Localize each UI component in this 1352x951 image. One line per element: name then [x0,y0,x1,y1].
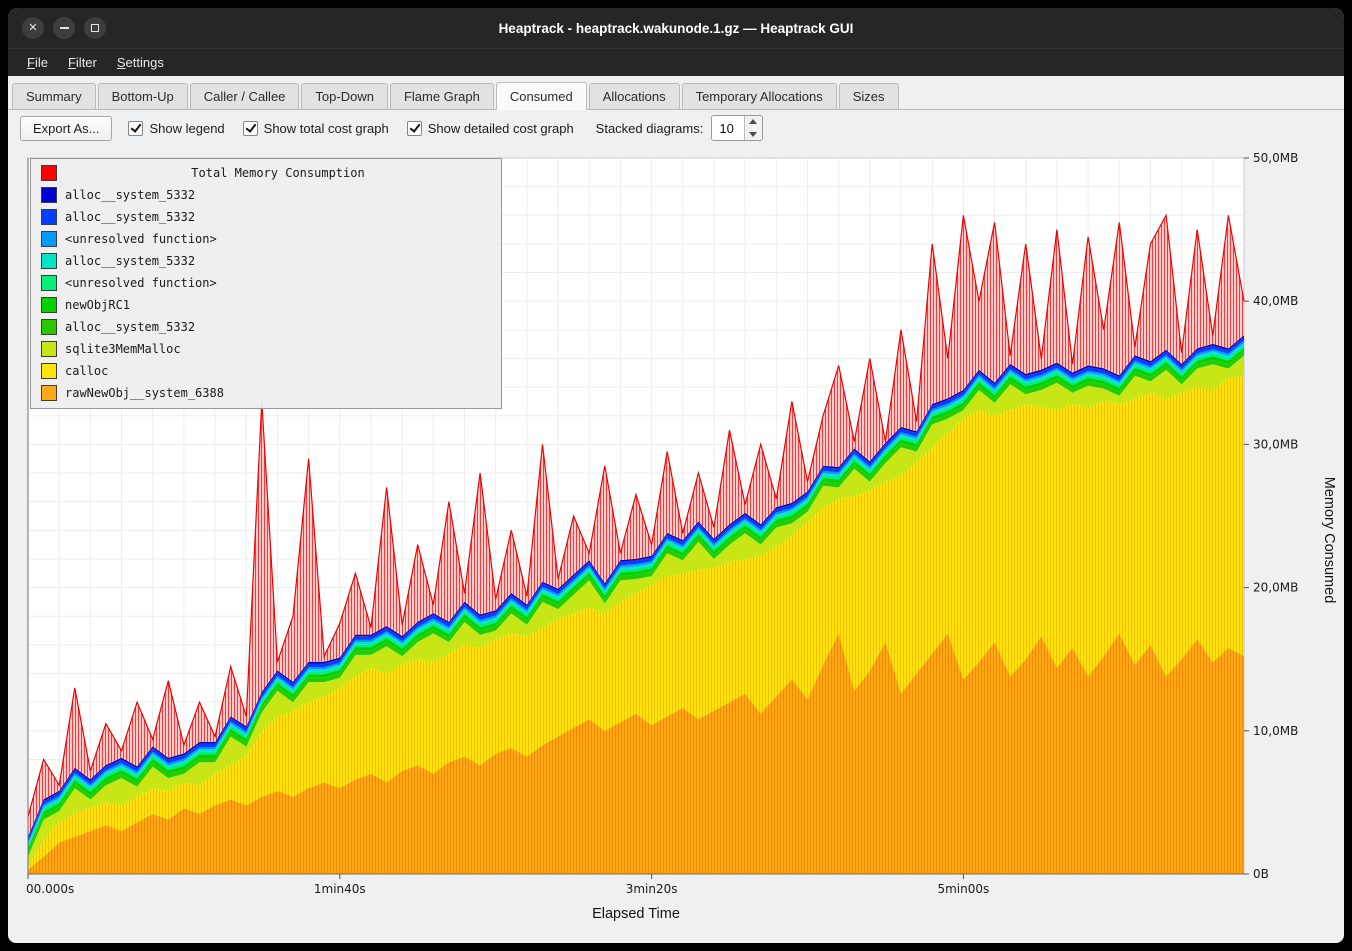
checkbox-box [243,121,258,136]
legend-swatch [41,231,57,247]
checkbox-box [128,121,143,136]
minimize-icon [60,27,69,29]
svg-text:50,0MB: 50,0MB [1253,151,1298,165]
legend-item: <unresolved function> [31,228,501,250]
tab-consumed[interactable]: Consumed [496,82,587,110]
legend-item: calloc [31,360,501,382]
checkbox-show-detailed-cost-graph[interactable]: Show detailed cost graph [407,121,574,136]
tab-temporary-allocations[interactable]: Temporary Allocations [682,83,837,110]
spin-buttons [744,116,762,140]
legend-label: rawNewObj__system_6388 [65,386,224,400]
legend-title-row: Total Memory Consumption [31,162,501,184]
window-title: Heaptrack - heaptrack.wakunode.1.gz — He… [499,21,854,36]
legend-swatch [41,275,57,291]
svg-text:0B: 0B [1253,867,1269,881]
legend-swatch [41,319,57,335]
svg-text:20,0MB: 20,0MB [1253,581,1298,595]
legend-label: <unresolved function> [65,276,217,290]
spin-up-button[interactable] [745,116,762,128]
legend-label: alloc__system_5332 [65,188,195,202]
svg-text:40,0MB: 40,0MB [1253,294,1298,308]
legend-item: alloc__system_5332 [31,206,501,228]
tab-caller-callee[interactable]: Caller / Callee [190,83,300,110]
legend-swatch [41,363,57,379]
legend-label: alloc__system_5332 [65,210,195,224]
svg-text:10,0MB: 10,0MB [1253,724,1298,738]
window-controls: ✕ [22,8,106,48]
legend-item: alloc__system_5332 [31,184,501,206]
tab-sizes[interactable]: Sizes [839,83,899,110]
legend-item: newObjRC1 [31,294,501,316]
legend-swatch [41,209,57,225]
spin-down-button[interactable] [745,128,762,140]
checkbox-label: Show detailed cost graph [428,121,574,136]
legend-item: alloc__system_5332 [31,250,501,272]
svg-text:3min20s: 3min20s [626,882,678,896]
checkbox-label: Show total cost graph [264,121,389,136]
menu-bar: File Filter Settings [8,48,1344,76]
tab-summary[interactable]: Summary [12,83,96,110]
checkbox-show-legend[interactable]: Show legend [128,121,224,136]
close-button[interactable]: ✕ [22,17,44,39]
menu-filter[interactable]: Filter [59,52,106,73]
svg-text:00.000s: 00.000s [26,882,74,896]
maximize-button[interactable] [84,17,106,39]
y-axis-title: Memory Consumed [1321,477,1337,604]
checkbox-group: Show legend Show total cost graph Show det… [128,121,573,136]
legend-label: alloc__system_5332 [65,254,195,268]
tab-bottom-up[interactable]: Bottom-Up [98,83,188,110]
chart-legend: Total Memory Consumption alloc__system_53… [30,158,502,409]
legend-item: alloc__system_5332 [31,316,501,338]
legend-swatch [41,253,57,269]
tab-bar: SummaryBottom-UpCaller / CalleeTop-DownF… [8,76,1344,110]
legend-item: <unresolved function> [31,272,501,294]
legend-label: Total Memory Consumption [65,166,491,180]
checkbox-label: Show legend [149,121,224,136]
legend-swatch [41,297,57,313]
app-window: ✕ Heaptrack - heaptrack.wakunode.1.gz — … [8,8,1344,943]
tab-allocations[interactable]: Allocations [589,83,680,110]
legend-item: rawNewObj__system_6388 [31,382,501,404]
maximize-icon [91,24,99,32]
legend-label: calloc [65,364,108,378]
legend-swatch [41,187,57,203]
close-icon: ✕ [28,23,37,34]
legend-swatch [41,385,57,401]
menu-file[interactable]: File [18,52,57,73]
stacked-diagrams-value: 10 [712,116,744,140]
toolbar: Export As... Show legend Show total cost … [8,110,1344,146]
legend-label: newObjRC1 [65,298,130,312]
tab-flame-graph[interactable]: Flame Graph [390,83,494,110]
x-axis-title: Elapsed Time [28,906,1244,922]
legend-label: sqlite3MemMalloc [65,342,181,356]
svg-text:30,0MB: 30,0MB [1253,437,1298,451]
checkbox-show-total-cost-graph[interactable]: Show total cost graph [243,121,389,136]
legend-label: alloc__system_5332 [65,320,195,334]
menu-settings[interactable]: Settings [108,52,173,73]
checkbox-box [407,121,422,136]
minimize-button[interactable] [53,17,75,39]
stacked-diagrams-spinbox[interactable]: 10 [711,115,763,141]
tab-top-down[interactable]: Top-Down [301,83,388,110]
svg-text:1min40s: 1min40s [314,882,366,896]
legend-swatch [41,341,57,357]
legend-item: sqlite3MemMalloc [31,338,501,360]
export-as-button[interactable]: Export As... [20,116,112,141]
titlebar: ✕ Heaptrack - heaptrack.wakunode.1.gz — … [8,8,1344,48]
stacked-diagrams-label: Stacked diagrams: [596,121,704,136]
chart-area: 00.000s 1min40s 3min20s 5min00s 0B 10,0MB 20,0… [14,148,1338,943]
legend-swatch [41,165,57,181]
legend-label: <unresolved function> [65,232,217,246]
svg-text:5min00s: 5min00s [937,882,989,896]
